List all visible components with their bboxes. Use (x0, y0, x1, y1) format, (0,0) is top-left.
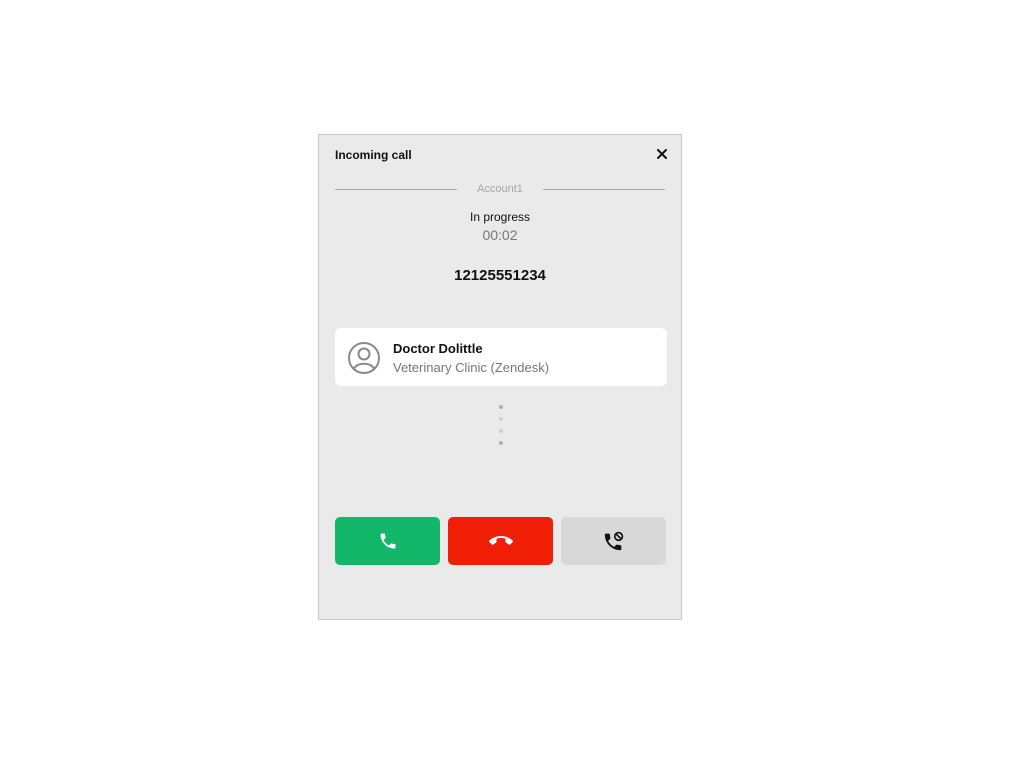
dot (499, 417, 503, 421)
dot (499, 429, 503, 433)
dialog-title: Incoming call (335, 148, 412, 162)
close-icon (657, 149, 667, 159)
close-button[interactable] (655, 147, 669, 161)
incoming-call-dialog: Incoming call Account1 In progress 00:02… (318, 134, 682, 620)
forward-call-button[interactable] (561, 517, 666, 565)
answer-call-button[interactable] (335, 517, 440, 565)
phone-icon (380, 533, 395, 549)
divider-line-left (335, 188, 458, 190)
divider-line-right (542, 188, 665, 190)
contact-company: Veterinary Clinic (Zendesk) (393, 360, 550, 375)
phone-forward-icon (604, 531, 623, 551)
hang-up-icon (488, 536, 513, 545)
contact-card[interactable]: Doctor Dolittle Veterinary Clinic (Zende… (335, 328, 667, 386)
caller-phone-number: 12125551234 (454, 267, 546, 284)
loading-dots-icon (495, 405, 507, 445)
account-divider: Account1 (335, 181, 665, 197)
contact-name: Doctor Dolittle (393, 341, 483, 356)
call-timer: 00:02 (482, 227, 518, 243)
decline-call-button[interactable] (448, 517, 553, 565)
dot (499, 405, 503, 409)
user-avatar-icon (348, 342, 380, 374)
account-label: Account1 (477, 183, 523, 195)
dot (499, 441, 503, 445)
call-status: In progress (469, 210, 531, 224)
